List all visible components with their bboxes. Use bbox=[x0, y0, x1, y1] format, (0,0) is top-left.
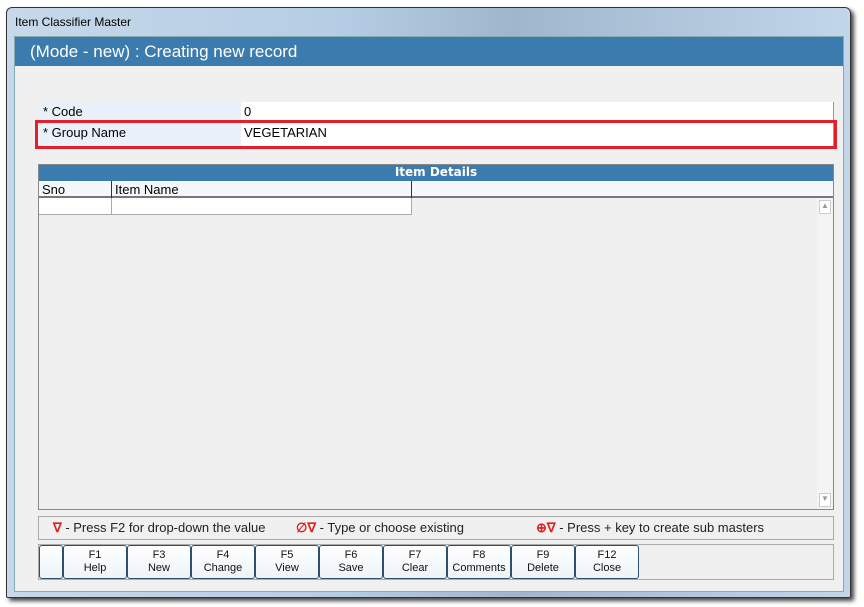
scroll-up-icon[interactable]: ▲ bbox=[819, 200, 831, 214]
dropdown-icon: ∇ bbox=[53, 520, 62, 535]
column-sno[interactable]: Sno bbox=[39, 181, 112, 198]
clear-button[interactable]: F7 Clear bbox=[383, 545, 447, 579]
save-button[interactable]: F6 Save bbox=[319, 545, 383, 579]
help-button[interactable]: F1 Help bbox=[63, 545, 127, 579]
function-key-bar: F1 Help F3 New F4 Change F5 View F6 Save F7 Cl… bbox=[38, 544, 834, 580]
close-button[interactable]: F12 Close bbox=[575, 545, 639, 579]
client-area: (Mode - new) : Creating new record * Cod… bbox=[14, 36, 844, 592]
new-button[interactable]: F3 New bbox=[127, 545, 191, 579]
vertical-scrollbar[interactable]: ▲ ▼ bbox=[817, 198, 833, 509]
scroll-down-icon[interactable]: ▼ bbox=[819, 493, 831, 507]
legend-sub-masters: ⊕∇ - Press + key to create sub masters bbox=[536, 520, 765, 535]
view-button[interactable]: F5 View bbox=[255, 545, 319, 579]
window-title: Item Classifier Master bbox=[15, 15, 132, 29]
grid-title: Item Details bbox=[39, 165, 833, 181]
group-name-row: * Group Name VEGETARIAN bbox=[35, 120, 837, 149]
add-sub-master-icon: ⊕∇ bbox=[536, 520, 556, 535]
column-item-name[interactable]: Item Name bbox=[112, 181, 412, 198]
type-choose-icon: ∅∇ bbox=[296, 520, 317, 535]
window: Item Classifier Master (Mode - new) : Cr… bbox=[6, 7, 851, 598]
code-label: * Code bbox=[38, 102, 241, 121]
legend-dropdown: ∇ - Press F2 for drop-down the value bbox=[53, 520, 266, 535]
code-input[interactable]: 0 bbox=[241, 102, 834, 121]
group-name-input[interactable]: VEGETARIAN bbox=[241, 123, 834, 146]
blank-button[interactable] bbox=[39, 545, 63, 579]
code-row: * Code 0 bbox=[38, 102, 834, 121]
comments-button[interactable]: F8 Comments bbox=[447, 545, 511, 579]
grid-column-headers: Sno Item Name bbox=[39, 181, 833, 198]
item-details-grid: Item Details Sno Item Name ▲ ▼ bbox=[38, 164, 834, 510]
change-button[interactable]: F4 Change bbox=[191, 545, 255, 579]
sno-cell[interactable] bbox=[39, 198, 112, 215]
legend-bar: ∇ - Press F2 for drop-down the value ∅∇ … bbox=[38, 516, 834, 540]
mode-header: (Mode - new) : Creating new record bbox=[15, 37, 843, 66]
item-name-cell[interactable] bbox=[112, 198, 412, 215]
group-name-label: * Group Name bbox=[38, 123, 241, 146]
delete-button[interactable]: F9 Delete bbox=[511, 545, 575, 579]
legend-type-choose: ∅∇ - Type or choose existing bbox=[296, 520, 464, 535]
